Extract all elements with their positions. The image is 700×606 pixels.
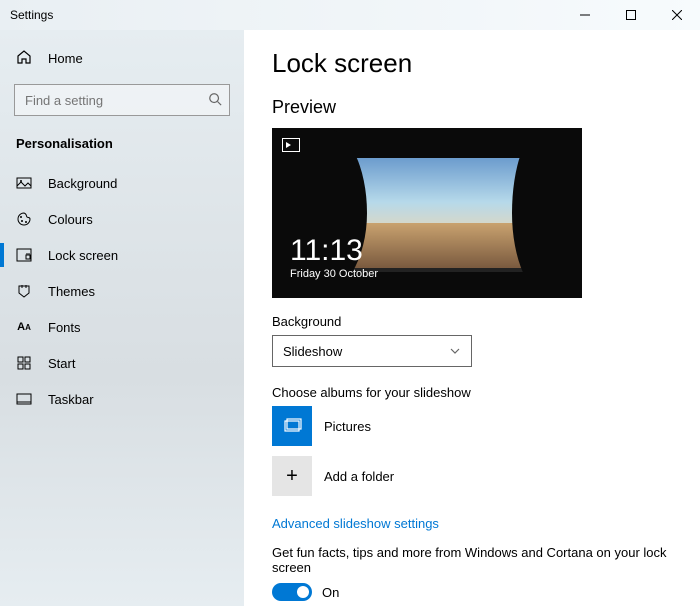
sidebar-item-fonts[interactable]: AA Fonts — [0, 309, 244, 345]
window-controls — [562, 0, 700, 30]
chevron-down-icon — [449, 345, 461, 357]
sidebar-item-label: Start — [48, 356, 75, 371]
window-title: Settings — [10, 8, 53, 22]
tips-toggle[interactable] — [272, 583, 312, 601]
sidebar-item-label: Colours — [48, 212, 93, 227]
choose-albums-label: Choose albums for your slideshow — [272, 385, 672, 400]
album-label: Pictures — [324, 419, 371, 434]
album-pictures[interactable]: Pictures — [272, 406, 672, 446]
sidebar-item-label: Lock screen — [48, 248, 118, 263]
add-folder-button[interactable]: + Add a folder — [272, 456, 672, 496]
preview-time: 11:13 — [290, 236, 378, 266]
sidebar-item-lock-screen[interactable]: Lock screen — [0, 237, 244, 273]
preview-clock: 11:13 Friday 30 October — [290, 236, 378, 280]
advanced-slideshow-link[interactable]: Advanced slideshow settings — [272, 516, 439, 531]
search-input[interactable] — [14, 84, 230, 116]
fonts-icon: AA — [16, 319, 32, 335]
sidebar-item-label: Background — [48, 176, 117, 191]
lock-screen-icon — [16, 247, 32, 263]
sidebar-item-label: Taskbar — [48, 392, 94, 407]
close-button[interactable] — [654, 0, 700, 30]
start-icon — [16, 355, 32, 371]
home-icon — [16, 49, 32, 68]
sidebar-item-themes[interactable]: Themes — [0, 273, 244, 309]
sidebar-item-start[interactable]: Start — [0, 345, 244, 381]
preview-date: Friday 30 October — [290, 268, 378, 280]
tips-toggle-row: On — [272, 583, 672, 601]
background-dropdown[interactable]: Slideshow — [272, 335, 472, 367]
sidebar-item-label: Themes — [48, 284, 95, 299]
search-icon — [208, 92, 222, 106]
sidebar-item-label: Fonts — [48, 320, 81, 335]
themes-icon — [16, 283, 32, 299]
tips-label: Get fun facts, tips and more from Window… — [272, 545, 672, 575]
pictures-tile — [272, 406, 312, 446]
sidebar-item-background[interactable]: Background — [0, 165, 244, 201]
add-folder-label: Add a folder — [324, 469, 394, 484]
slideshow-icon — [282, 138, 300, 152]
search-wrap — [14, 84, 230, 116]
taskbar-icon — [16, 391, 32, 407]
section-header: Personalisation — [0, 130, 244, 165]
maximize-button[interactable] — [608, 0, 654, 30]
minimize-button[interactable] — [562, 0, 608, 30]
lock-screen-preview[interactable]: 11:13 Friday 30 October — [272, 128, 582, 298]
sidebar: Home Personalisation Background Colours … — [0, 30, 244, 606]
plus-icon: + — [286, 465, 298, 488]
dropdown-value: Slideshow — [283, 344, 342, 359]
sidebar-item-colours[interactable]: Colours — [0, 201, 244, 237]
toggle-state-label: On — [322, 585, 339, 600]
sidebar-item-taskbar[interactable]: Taskbar — [0, 381, 244, 417]
pictures-icon — [282, 416, 302, 436]
page-title: Lock screen — [272, 48, 672, 79]
title-bar: Settings — [0, 0, 700, 30]
add-tile: + — [272, 456, 312, 496]
picture-icon — [16, 175, 32, 191]
content-pane: Lock screen Preview 11:13 Friday 30 Octo… — [244, 30, 700, 606]
preview-heading: Preview — [272, 97, 672, 118]
palette-icon — [16, 211, 32, 227]
background-label: Background — [272, 314, 672, 329]
home-button[interactable]: Home — [0, 40, 244, 76]
home-label: Home — [48, 51, 83, 66]
